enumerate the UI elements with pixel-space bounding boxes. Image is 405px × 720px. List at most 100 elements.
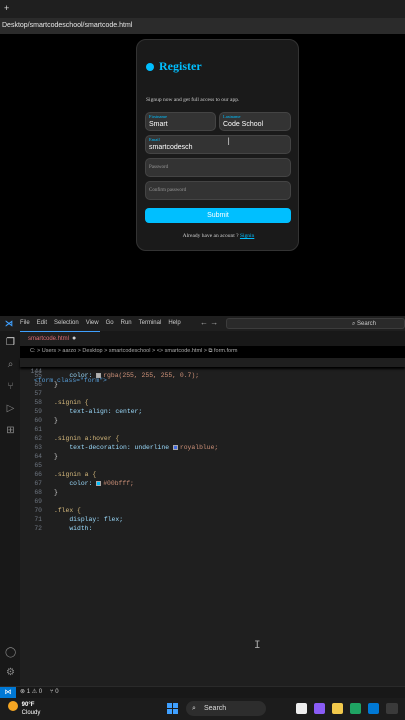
- extensions-icon[interactable]: ⊞: [5, 425, 16, 436]
- code-line[interactable]: 64}: [20, 452, 405, 461]
- menu-run[interactable]: Run: [121, 320, 132, 326]
- code-line[interactable]: 71 display: flex;: [20, 515, 405, 524]
- menu-selection[interactable]: Selection: [54, 320, 79, 326]
- code-token: }: [54, 453, 58, 460]
- line-number: 69: [34, 498, 42, 505]
- code-line[interactable]: 59 text-align: center;: [20, 407, 405, 416]
- code-line[interactable]: 56}: [20, 380, 405, 389]
- search-view-icon[interactable]: ⌕: [5, 359, 16, 370]
- line-number: 65: [34, 462, 42, 469]
- taskbar-search[interactable]: ⌕ Search: [186, 701, 266, 716]
- weather-cloud-icon: [8, 701, 18, 711]
- explorer-icon[interactable]: ❐: [5, 337, 16, 348]
- line-number: 66: [34, 471, 42, 478]
- windows-start-icon[interactable]: [167, 703, 178, 714]
- code-line[interactable]: 60}: [20, 416, 405, 425]
- code-editor[interactable]: 144 <form class="form"> 55 color: rgba(2…: [20, 358, 405, 686]
- activity-bar: ❐ ⌕ ⑂ ▷ ⊞ ◯ ⚙: [0, 331, 20, 686]
- editor-tab-bar: smartcode.html ●: [20, 331, 405, 346]
- code-text: }: [54, 416, 58, 425]
- line-number: 55: [34, 372, 42, 379]
- color-swatch-icon[interactable]: [96, 480, 102, 486]
- color-swatch-icon[interactable]: [96, 372, 102, 378]
- confirm-password-field[interactable]: Confirm password: [145, 181, 291, 200]
- status-bar: ⋈ ⊗ 1 ⚠ 0 ⑂ 0: [0, 686, 405, 699]
- run-debug-icon[interactable]: ▷: [5, 403, 16, 414]
- color-swatch-icon[interactable]: [172, 444, 178, 450]
- code-text: }: [54, 380, 58, 389]
- browser-address-bar[interactable]: Desktop/smartcodeschool/smartcode.html: [0, 18, 405, 34]
- code-value: rgba(255, 255, 255, 0.7);: [103, 372, 200, 379]
- code-line[interactable]: 62 .signin a:hover {: [20, 434, 405, 443]
- menu-go[interactable]: Go: [106, 320, 114, 326]
- code-token: }: [54, 381, 58, 388]
- vscode-logo-icon: ⋊: [5, 319, 13, 328]
- firstname-field[interactable]: Firstname Smart: [145, 112, 216, 131]
- menu-edit[interactable]: Edit: [37, 320, 47, 326]
- code-line[interactable]: 66 .signin a {: [20, 470, 405, 479]
- code-text: text-align: center;: [54, 407, 142, 416]
- submit-button[interactable]: Submit: [145, 208, 291, 223]
- source-control-icon[interactable]: ⑂: [5, 381, 16, 392]
- code-text: .signin a:hover {: [54, 434, 119, 443]
- code-line[interactable]: 65: [20, 461, 405, 470]
- menu-view[interactable]: View: [86, 320, 99, 326]
- new-tab-icon[interactable]: +: [4, 3, 9, 13]
- line-number: 56: [34, 381, 42, 388]
- line-number: 71: [34, 516, 42, 523]
- code-text: }: [54, 488, 58, 497]
- code-line[interactable]: 68}: [20, 488, 405, 497]
- code-line[interactable]: 57: [20, 389, 405, 398]
- browser-viewport: Register Signup now and get full access …: [0, 34, 405, 314]
- weather-temperature: 90°F: [21, 702, 35, 708]
- code-line[interactable]: 70 .flex {: [20, 506, 405, 515]
- code-line[interactable]: 61: [20, 425, 405, 434]
- code-line[interactable]: 69: [20, 497, 405, 506]
- ports-count[interactable]: ⑂ 0: [50, 687, 59, 698]
- lastname-field[interactable]: Lastname Code School: [219, 112, 291, 131]
- more-apps-icon[interactable]: [386, 703, 398, 714]
- code-text: }: [54, 452, 58, 461]
- menu-help[interactable]: Help: [168, 320, 180, 326]
- weather-widget[interactable]: 90°F Cloudy: [8, 701, 40, 717]
- settings-gear-icon[interactable]: ⚙: [5, 667, 16, 678]
- password-field[interactable]: Password: [145, 158, 291, 177]
- unsaved-dot-icon[interactable]: ●: [72, 335, 76, 342]
- breadcrumb[interactable]: C: > Users > aarzo > Desktop > smartcode…: [20, 348, 405, 358]
- code-line[interactable]: 67 color: #00bfff;: [20, 479, 405, 488]
- menu-terminal[interactable]: Terminal: [139, 320, 162, 326]
- sticky-scroll-line[interactable]: 144 <form class="form">: [20, 358, 405, 384]
- menu-file[interactable]: File: [20, 320, 30, 326]
- code-value: royalblue;: [179, 444, 219, 451]
- line-number: 58: [34, 399, 42, 406]
- code-line[interactable]: 55 color: rgba(255, 255, 255, 0.7);: [20, 371, 405, 380]
- line-number: 59: [34, 408, 42, 415]
- edge-browser-icon[interactable]: [350, 703, 361, 714]
- firstname-value: Smart: [149, 121, 168, 128]
- command-center-search[interactable]: ⌕ Search: [226, 318, 405, 329]
- task-view-icon[interactable]: [296, 703, 307, 714]
- copilot-icon[interactable]: [314, 703, 325, 714]
- code-text: color: rgba(255, 255, 255, 0.7);: [54, 371, 199, 380]
- account-icon[interactable]: ◯: [5, 647, 16, 658]
- code-text: color: #00bfff;: [54, 479, 134, 488]
- file-explorer-icon[interactable]: [332, 703, 343, 714]
- code-token: color:: [54, 480, 97, 487]
- code-line[interactable]: 58 .signin {: [20, 398, 405, 407]
- code-token: text-decoration: underline: [54, 444, 173, 451]
- problems-count[interactable]: ⊗ 1 ⚠ 0: [20, 687, 42, 698]
- weather-condition: Cloudy: [21, 710, 41, 716]
- code-text: .signin {: [54, 398, 89, 407]
- code-line[interactable]: 63 text-decoration: underline royalblue;: [20, 443, 405, 452]
- signin-link[interactable]: Signin: [240, 233, 254, 239]
- vscode-taskbar-icon[interactable]: [368, 703, 379, 714]
- email-field[interactable]: Email smartcodesch: [145, 135, 291, 154]
- code-line[interactable]: 72 width:: [20, 524, 405, 533]
- register-title-text: Register: [159, 59, 202, 73]
- nav-back-forward-icon[interactable]: ← →: [200, 318, 218, 327]
- tab-smartcode-html[interactable]: smartcode.html ●: [20, 331, 100, 346]
- code-token: .signin a:hover {: [54, 435, 120, 442]
- code-text: text-decoration: underline royalblue;: [54, 443, 218, 452]
- password-placeholder: Password: [149, 165, 169, 170]
- code-token: .signin a {: [54, 471, 97, 478]
